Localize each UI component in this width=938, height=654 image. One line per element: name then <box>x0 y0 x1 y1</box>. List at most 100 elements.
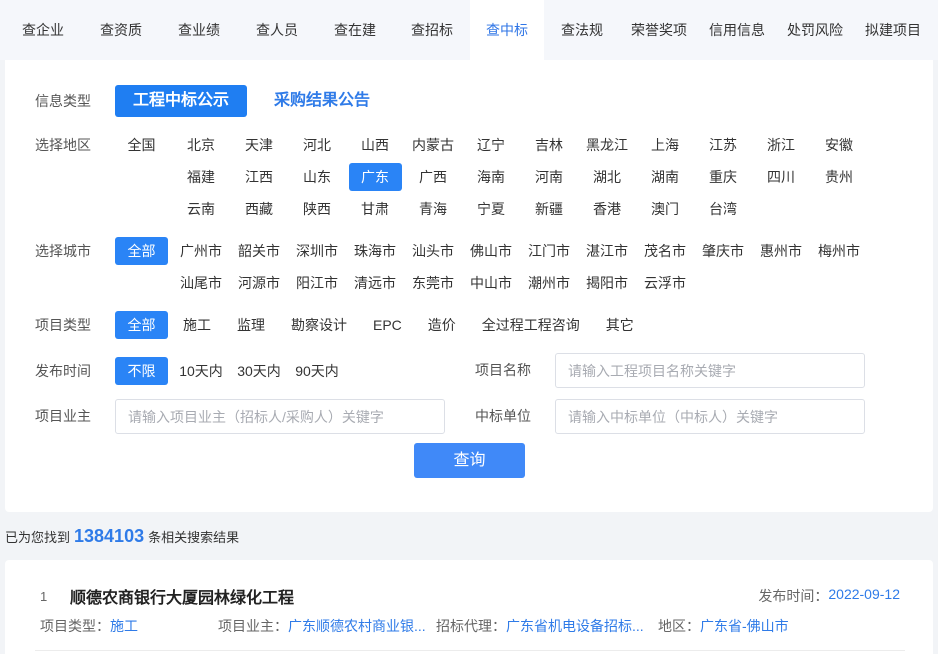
region-option-16[interactable]: 广东 <box>346 161 404 193</box>
region-option-33[interactable]: 澳门 <box>636 193 694 225</box>
tab-proposed-projects[interactable]: 拟建项目 <box>854 0 932 60</box>
region-label: 选择地区 <box>35 137 91 153</box>
region-option-22[interactable]: 重庆 <box>694 161 752 193</box>
result-summary: 已为您找到 1384103 条相关搜索结果 <box>5 526 239 546</box>
city-option-17[interactable]: 东莞市 <box>404 267 462 299</box>
region-option-13[interactable]: 福建 <box>172 161 230 193</box>
region-option-3[interactable]: 河北 <box>288 129 346 161</box>
region-option-1[interactable]: 北京 <box>172 129 230 161</box>
project-type-option-7[interactable]: 其它 <box>595 309 645 341</box>
region-option-12[interactable]: 安徽 <box>810 129 868 161</box>
city-option-20[interactable]: 揭阳市 <box>578 267 636 299</box>
summary-prefix: 已为您找到 <box>5 530 71 545</box>
meta-tender-agent: 招标代理： 广东省机电设备招标... <box>436 616 658 636</box>
tab-search-performance[interactable]: 查业绩 <box>160 0 238 60</box>
project-type-option-6[interactable]: 全过程工程咨询 <box>471 309 591 341</box>
meta-value-tender-agent-link[interactable]: 广东省机电设备招标... <box>506 616 644 636</box>
top-nav: 查企业 查资质 查业绩 查人员 查在建 查招标 查中标 查法规 荣誉奖项 信用信… <box>0 0 938 60</box>
city-option-7[interactable]: 江门市 <box>520 235 578 267</box>
tab-search-qualifications[interactable]: 查资质 <box>82 0 160 60</box>
city-option-10[interactable]: 肇庆市 <box>694 235 752 267</box>
tab-search-personnel[interactable]: 查人员 <box>238 0 316 60</box>
tab-credit-info[interactable]: 信用信息 <box>698 0 776 60</box>
city-option-15[interactable]: 阳江市 <box>288 267 346 299</box>
tab-penalty-risk[interactable]: 处罚风险 <box>776 0 854 60</box>
region-option-14[interactable]: 江西 <box>230 161 288 193</box>
project-type-option-3[interactable]: 勘察设计 <box>280 309 358 341</box>
city-option-11[interactable]: 惠州市 <box>752 235 810 267</box>
region-option-6[interactable]: 辽宁 <box>462 129 520 161</box>
project-type-option-all[interactable]: 全部 <box>115 309 168 341</box>
search-button[interactable]: 查询 <box>414 443 525 478</box>
project-name-input[interactable] <box>555 353 865 388</box>
project-owner-input[interactable] <box>115 399 445 434</box>
meta-value-project-type[interactable]: 施工 <box>110 616 138 636</box>
city-row: 选择城市 全部 广州市 韶关市 深圳市 珠海市 汕头市 佛山市 江门市 湛江市 茂名市 肇庆市 惠州… <box>35 235 868 299</box>
publish-time-option-2[interactable]: 30天内 <box>230 355 288 387</box>
city-option-6[interactable]: 佛山市 <box>462 235 520 267</box>
city-option-5[interactable]: 汕头市 <box>404 235 462 267</box>
region-option-18[interactable]: 海南 <box>462 161 520 193</box>
info-type-option-procurement-result[interactable]: 采购结果公告 <box>256 85 388 117</box>
city-option-13[interactable]: 汕尾市 <box>172 267 230 299</box>
region-option-24[interactable]: 贵州 <box>810 161 868 193</box>
region-option-17[interactable]: 广西 <box>404 161 462 193</box>
city-option-21[interactable]: 云浮市 <box>636 267 694 299</box>
region-option-25[interactable]: 云南 <box>172 193 230 225</box>
region-option-21[interactable]: 湖南 <box>636 161 694 193</box>
city-option-16[interactable]: 清远市 <box>346 267 404 299</box>
region-option-23[interactable]: 四川 <box>752 161 810 193</box>
region-option-26[interactable]: 西藏 <box>230 193 288 225</box>
publish-time-option-all[interactable]: 不限 <box>115 355 168 387</box>
tab-search-regulations[interactable]: 查法规 <box>544 0 620 60</box>
region-option-4[interactable]: 山西 <box>346 129 404 161</box>
city-option-8[interactable]: 湛江市 <box>578 235 636 267</box>
region-option-27[interactable]: 陕西 <box>288 193 346 225</box>
region-option-28[interactable]: 甘肃 <box>346 193 404 225</box>
region-option-8[interactable]: 黑龙江 <box>578 129 636 161</box>
publish-time-option-3[interactable]: 90天内 <box>288 355 346 387</box>
winning-unit-input[interactable] <box>555 399 865 434</box>
city-option-3[interactable]: 深圳市 <box>288 235 346 267</box>
region-option-5[interactable]: 内蒙古 <box>404 129 462 161</box>
project-type-option-4[interactable]: EPC <box>362 309 413 341</box>
region-option-9[interactable]: 上海 <box>636 129 694 161</box>
city-option-18[interactable]: 中山市 <box>462 267 520 299</box>
city-option-12[interactable]: 梅州市 <box>810 235 868 267</box>
city-option-1[interactable]: 广州市 <box>172 235 230 267</box>
region-option-10[interactable]: 江苏 <box>694 129 752 161</box>
city-option-2[interactable]: 韶关市 <box>230 235 288 267</box>
city-option-9[interactable]: 茂名市 <box>636 235 694 267</box>
project-type-option-1[interactable]: 施工 <box>172 309 222 341</box>
city-option-4[interactable]: 珠海市 <box>346 235 404 267</box>
tab-search-under-construction[interactable]: 查在建 <box>316 0 394 60</box>
city-option-19[interactable]: 潮州市 <box>520 267 578 299</box>
region-option-32[interactable]: 香港 <box>578 193 636 225</box>
project-type-row: 项目类型 全部 施工 监理 勘察设计 EPC 造价 全过程工程咨询 其它 <box>35 309 645 341</box>
region-option-11[interactable]: 浙江 <box>752 129 810 161</box>
publish-time-option-1[interactable]: 10天内 <box>172 355 230 387</box>
tab-search-tenders[interactable]: 查招标 <box>394 0 470 60</box>
region-option-19[interactable]: 河南 <box>520 161 578 193</box>
result-title-link[interactable]: 顺德农商银行大厦园林绿化工程 <box>70 584 294 608</box>
tab-search-winning-bids[interactable]: 查中标 <box>470 0 544 60</box>
region-option-20[interactable]: 湖北 <box>578 161 636 193</box>
city-option-all[interactable]: 全部 <box>115 235 168 267</box>
project-type-option-5[interactable]: 造价 <box>417 309 467 341</box>
region-option-34[interactable]: 台湾 <box>694 193 752 225</box>
region-option-31[interactable]: 新疆 <box>520 193 578 225</box>
meta-value-project-owner-link[interactable]: 广东顺德农村商业银... <box>288 616 426 636</box>
meta-value-region[interactable]: 广东省-佛山市 <box>700 616 789 636</box>
region-option-15[interactable]: 山东 <box>288 161 346 193</box>
region-option-7[interactable]: 吉林 <box>520 129 578 161</box>
city-option-14[interactable]: 河源市 <box>230 267 288 299</box>
project-type-option-2[interactable]: 监理 <box>226 309 276 341</box>
info-type-option-award-notice[interactable]: 工程中标公示 <box>115 85 248 117</box>
region-option-all[interactable]: 全国 <box>115 129 168 161</box>
region-option-29[interactable]: 青海 <box>404 193 462 225</box>
tab-search-companies[interactable]: 查企业 <box>4 0 82 60</box>
publish-date: 2022-09-12 <box>828 586 900 602</box>
region-option-2[interactable]: 天津 <box>230 129 288 161</box>
tab-honors-awards[interactable]: 荣誉奖项 <box>620 0 698 60</box>
region-option-30[interactable]: 宁夏 <box>462 193 520 225</box>
